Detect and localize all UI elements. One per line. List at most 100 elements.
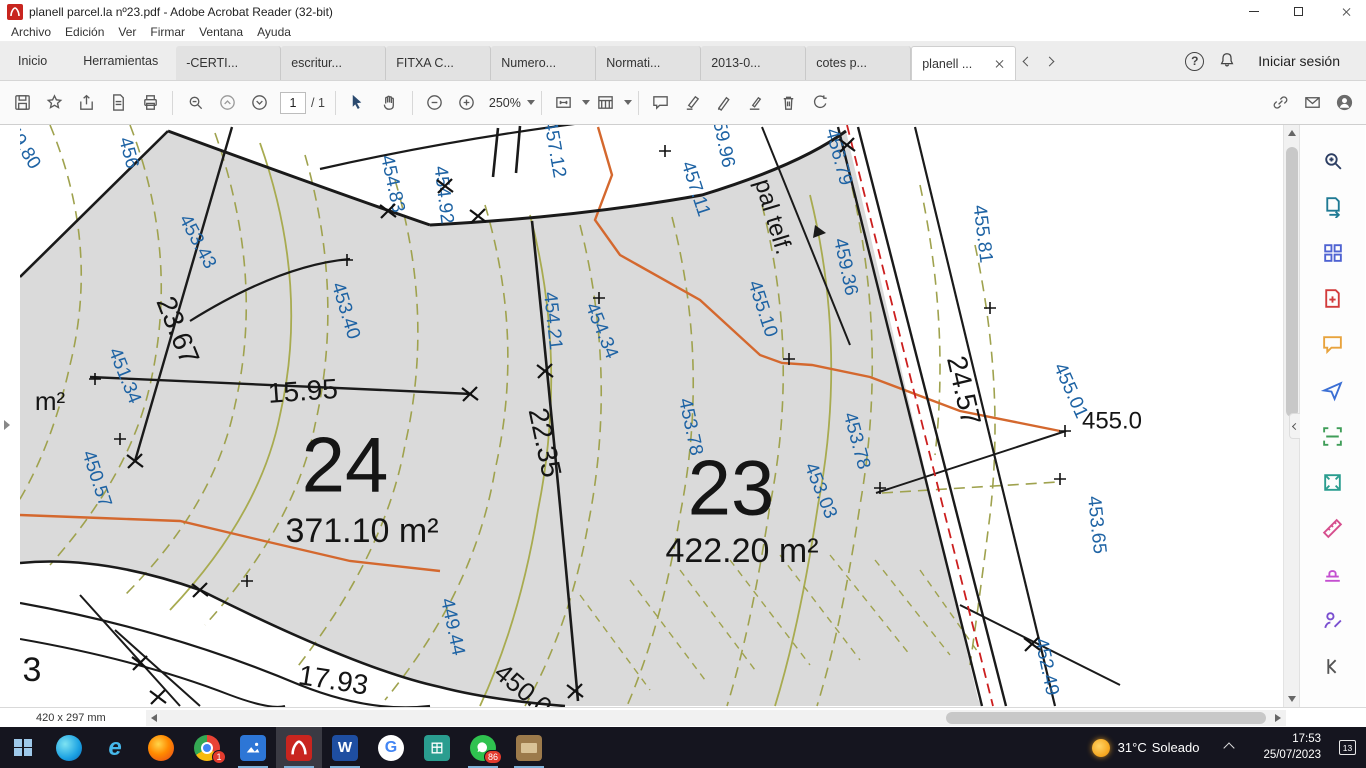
select-tool-icon[interactable]	[342, 87, 374, 119]
map-annotation: 15.95	[267, 373, 339, 409]
document-tab-2[interactable]: escritur...	[281, 46, 386, 80]
tab-inicio[interactable]: Inicio	[0, 42, 65, 80]
vertical-scroll-thumb[interactable]	[1286, 147, 1298, 417]
display-dropdown-caret-icon[interactable]	[624, 100, 632, 105]
pdf-page[interactable]: 449.80456453.43451.34450.57453.40454.834…	[20, 125, 1283, 707]
taskbar-app-google[interactable]: G	[368, 727, 414, 768]
action-center-icon[interactable]: 13	[1339, 740, 1356, 755]
send-link-icon[interactable]	[1264, 87, 1296, 119]
status-bar: 420 x 297 mm	[0, 707, 1366, 727]
next-page-icon[interactable]	[243, 87, 275, 119]
page-number-input[interactable]: 1	[280, 92, 306, 114]
page-display-icon[interactable]	[590, 87, 622, 119]
menu-item-6[interactable]: Ayuda	[250, 25, 298, 39]
zoom-dropdown-caret-icon[interactable]	[527, 100, 535, 105]
tab-scroll-right-icon[interactable]	[1038, 42, 1060, 80]
zoom-level-value[interactable]: 250%	[489, 96, 521, 110]
sidebar-tool-certificates[interactable]	[1316, 603, 1350, 637]
taskbar-app-files-box[interactable]	[506, 727, 552, 768]
minimize-button[interactable]	[1231, 0, 1276, 23]
scroll-down-icon[interactable]	[1284, 691, 1300, 707]
fit-width-icon[interactable]	[548, 87, 580, 119]
menu-item-5[interactable]: Ventana	[192, 25, 250, 39]
taskbar-clock[interactable]: 17:53 25/07/2023	[1263, 732, 1321, 763]
delete-pages-icon[interactable]	[773, 87, 805, 119]
elevation-label: 449.80	[20, 125, 45, 173]
hand-tool-icon[interactable]	[374, 87, 406, 119]
taskbar-app-word[interactable]: W	[322, 727, 368, 768]
taskbar-app-chrome[interactable]: 1	[184, 727, 230, 768]
sign-pen-icon[interactable]	[709, 87, 741, 119]
taskbar-app-edge[interactable]	[46, 727, 92, 768]
taskbar-app-acrobat-reader[interactable]	[276, 727, 322, 768]
maximize-button[interactable]	[1276, 0, 1321, 23]
notification-count: 13	[1343, 743, 1352, 753]
horizontal-scrollbar[interactable]	[146, 710, 1286, 726]
tray-expand-icon[interactable]	[1224, 742, 1235, 753]
tab-scroll-left-icon[interactable]	[1016, 42, 1038, 80]
document-tab-5[interactable]: Normati...	[596, 46, 701, 80]
zoom-in-icon[interactable]	[451, 87, 483, 119]
menu-item-4[interactable]: Firmar	[143, 25, 192, 39]
taskbar-app-whatsapp[interactable]: 86	[460, 727, 506, 768]
document-tab-6[interactable]: 2013-0...	[701, 46, 806, 80]
document-tab-4[interactable]: Numero...	[491, 46, 596, 80]
sidebar-tool-compress-pdf[interactable]	[1316, 465, 1350, 499]
horizontal-scroll-thumb[interactable]	[946, 712, 1266, 724]
search-zoom-icon[interactable]	[179, 87, 211, 119]
taskbar-app-photos[interactable]	[230, 727, 276, 768]
sidebar-tool-measure[interactable]	[1316, 511, 1350, 545]
bell-icon[interactable]	[1218, 51, 1236, 72]
print-icon[interactable]	[134, 87, 166, 119]
comment-icon[interactable]	[645, 87, 677, 119]
help-icon[interactable]: ?	[1185, 52, 1204, 71]
scroll-right-icon[interactable]	[1270, 710, 1286, 726]
map-annotation: 422.20 m²	[665, 532, 818, 570]
export-file-icon[interactable]	[102, 87, 134, 119]
favorite-star-icon[interactable]	[38, 87, 70, 119]
document-tab-7[interactable]: cotes p...	[806, 46, 911, 80]
zoom-out-icon[interactable]	[419, 87, 451, 119]
scroll-up-icon[interactable]	[1284, 125, 1300, 141]
taskbar-app-sheets[interactable]	[414, 727, 460, 768]
fit-dropdown-caret-icon[interactable]	[582, 100, 590, 105]
fill-sign-icon[interactable]	[741, 87, 773, 119]
document-tab-1[interactable]: -CERTI...	[176, 46, 281, 80]
left-panel-expand-icon[interactable]	[4, 420, 10, 430]
scroll-left-icon[interactable]	[146, 710, 162, 726]
document-tab-3[interactable]: FITXA C...	[386, 46, 491, 80]
weather-widget[interactable]: 31°C Soleado	[1092, 739, 1200, 757]
close-button[interactable]	[1321, 0, 1366, 23]
page-count-label: / 1	[311, 96, 325, 110]
sidebar-collapse-handle[interactable]	[1289, 413, 1300, 439]
document-tab-8[interactable]: planell ...	[911, 46, 1016, 80]
parcel-map-canvas[interactable]: 449.80456453.43451.34450.57453.40454.834…	[20, 125, 1283, 707]
sidebar-tool-stamp[interactable]	[1316, 557, 1350, 591]
sidebar-tool-export-pdf[interactable]	[1316, 189, 1350, 223]
menu-item-2[interactable]: Edición	[58, 25, 111, 39]
document-tab-label: 2013-0...	[711, 56, 760, 70]
tab-herramientas[interactable]: Herramientas	[65, 42, 176, 80]
taskbar-app-firefox[interactable]	[138, 727, 184, 768]
email-icon[interactable]	[1296, 87, 1328, 119]
start-button[interactable]	[0, 727, 46, 768]
sidebar-tool-scan-ocr[interactable]	[1316, 419, 1350, 453]
profile-icon[interactable]	[1328, 87, 1360, 119]
menu-item-3[interactable]: Ver	[111, 25, 143, 39]
sidebar-tool-organize-pages[interactable]	[1316, 235, 1350, 269]
share-icon[interactable]	[70, 87, 102, 119]
highlight-icon[interactable]	[677, 87, 709, 119]
taskbar-app-internet-explorer[interactable]: e	[92, 727, 138, 768]
sidebar-tool-collapse-panel[interactable]	[1316, 649, 1350, 683]
sidebar-tool-search[interactable]	[1316, 143, 1350, 177]
sign-in-button[interactable]: Iniciar sesión	[1252, 42, 1366, 80]
sidebar-tool-comments[interactable]	[1316, 327, 1350, 361]
previous-page-icon[interactable]	[211, 87, 243, 119]
menu-item-1[interactable]: Archivo	[4, 25, 58, 39]
rotate-pages-icon[interactable]	[805, 87, 837, 119]
tab-close-icon[interactable]	[995, 59, 1005, 69]
save-icon[interactable]	[6, 87, 38, 119]
sidebar-tool-create-pdf[interactable]	[1316, 281, 1350, 315]
weather-temp: 31°C	[1118, 740, 1147, 755]
sidebar-tool-send-for-signature[interactable]	[1316, 373, 1350, 407]
